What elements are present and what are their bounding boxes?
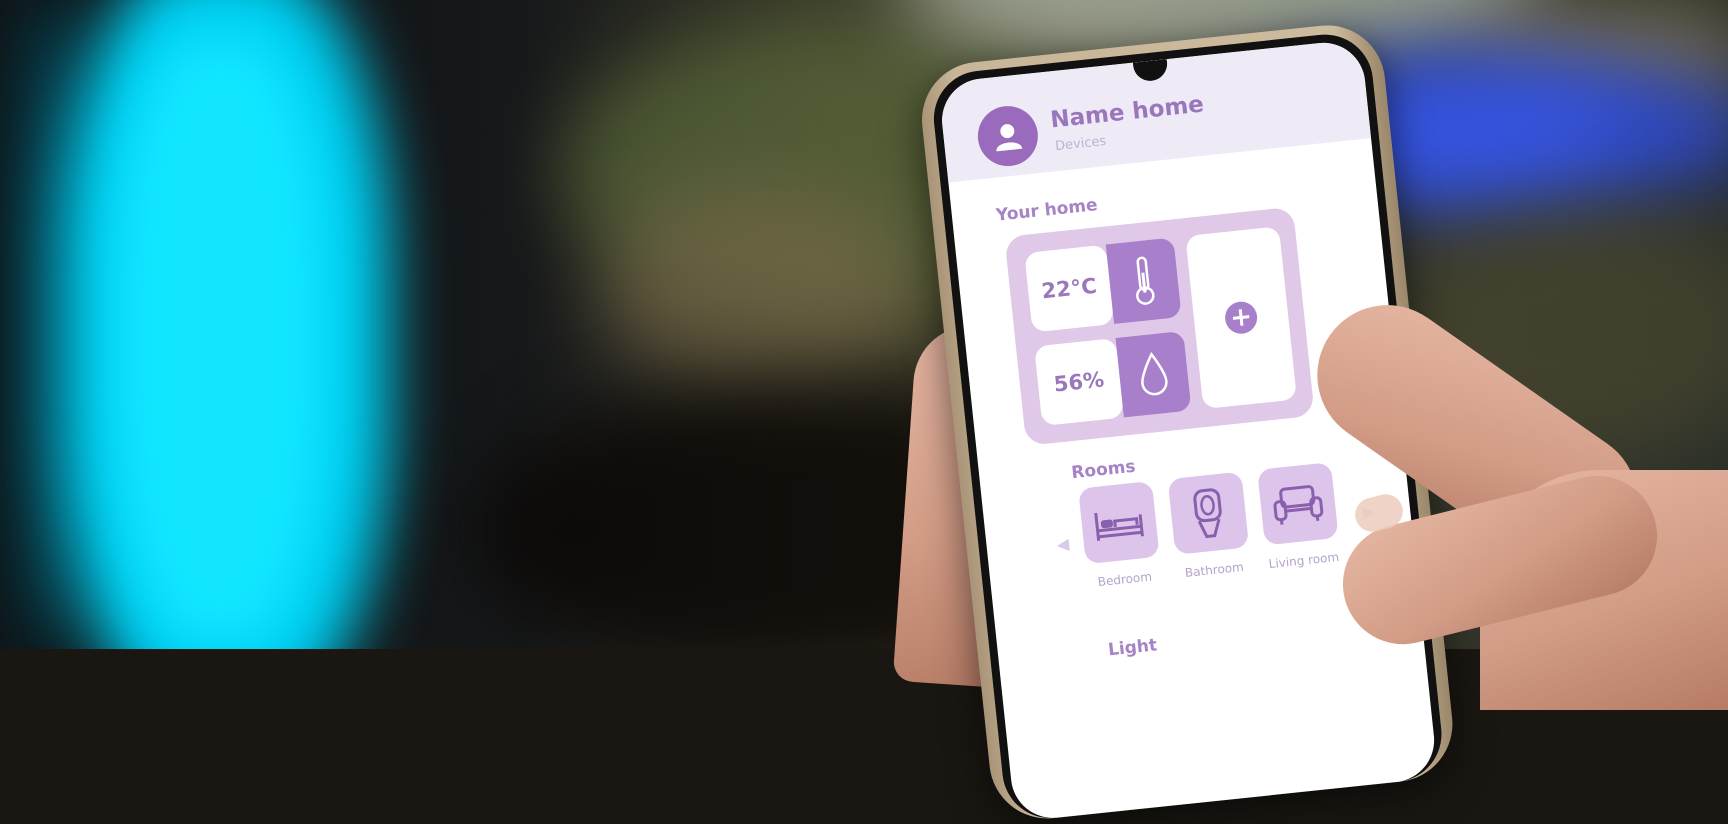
rooms-carousel: ◀ Bedroom Bathroom Living room (1051, 458, 1383, 621)
light-heading: Light (1107, 635, 1159, 661)
room-living-room[interactable]: Living room (1254, 462, 1344, 572)
water-drop-icon (1115, 330, 1192, 418)
humidity-tile[interactable]: 56% (1034, 330, 1192, 427)
humidity-value: 56% (1034, 337, 1124, 427)
bed-icon (1078, 480, 1160, 565)
carousel-prev-icon[interactable]: ◀ (1056, 534, 1070, 554)
room-label: Bathroom (1184, 559, 1245, 580)
room-bathroom[interactable]: Bathroom (1165, 471, 1255, 581)
toilet-icon (1167, 471, 1250, 555)
room-label: Bedroom (1097, 569, 1153, 590)
room-bedroom[interactable]: Bedroom (1075, 480, 1165, 591)
sofa-icon (1257, 462, 1339, 546)
home-name-title[interactable]: Name home (1049, 92, 1205, 134)
user-avatar-icon[interactable] (974, 103, 1041, 170)
your-home-heading: Your home (995, 195, 1099, 226)
temperature-value: 22°C (1024, 244, 1115, 333)
thermometer-icon (1105, 237, 1182, 325)
rooms-heading: Rooms (1070, 456, 1137, 484)
home-overview-card: 22°C 56% + (1004, 206, 1315, 446)
room-label: Living room (1268, 549, 1340, 572)
temperature-tile[interactable]: 22°C (1024, 237, 1182, 333)
home-subtitle: Devices (1054, 133, 1107, 155)
plus-icon: + (1223, 300, 1259, 336)
add-device-button[interactable]: + (1185, 226, 1297, 410)
